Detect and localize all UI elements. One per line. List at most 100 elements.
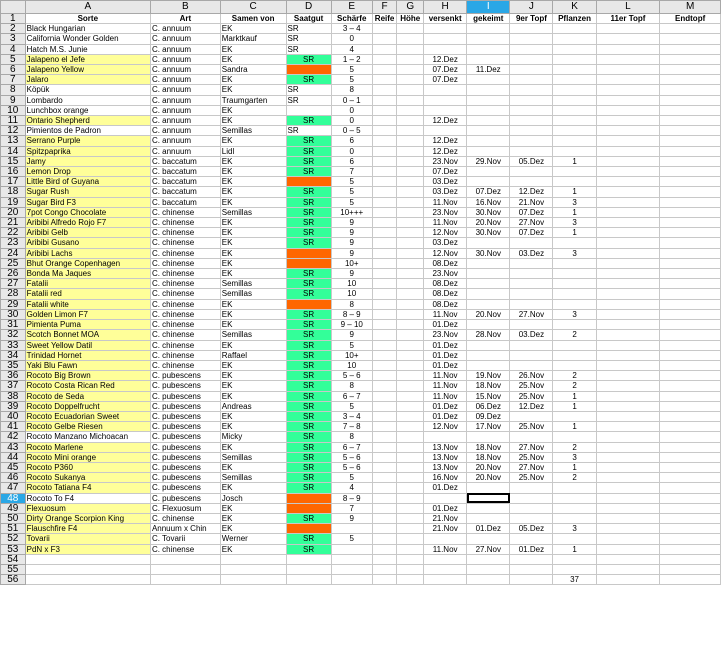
cell-k27[interactable]: [552, 278, 597, 290]
cell-m27[interactable]: [659, 278, 721, 290]
cell-k46[interactable]: 2: [552, 472, 597, 484]
cell-c32[interactable]: Semillas: [219, 329, 287, 341]
cell-k7[interactable]: [552, 74, 597, 86]
cell-l21[interactable]: [595, 217, 661, 229]
cell-l51[interactable]: [595, 523, 661, 535]
cell-f16[interactable]: [371, 166, 398, 178]
cell-f33[interactable]: [371, 339, 398, 351]
cell-c41[interactable]: EK: [219, 421, 287, 433]
cell-e36[interactable]: 5 – 6: [330, 370, 373, 382]
cell-k39[interactable]: 1: [552, 400, 597, 412]
cell-l38[interactable]: [595, 390, 661, 402]
cell-d47[interactable]: SR: [285, 482, 332, 494]
cell-i43[interactable]: 18.Nov: [466, 441, 511, 453]
cell-d43[interactable]: SR: [285, 441, 332, 453]
cell-b7[interactable]: C. annuum: [149, 74, 221, 86]
cell-g10[interactable]: [396, 104, 425, 117]
cell-a39[interactable]: Rocoto Doppelfrucht: [24, 400, 151, 412]
cell-j47[interactable]: [509, 482, 554, 494]
row-header-49[interactable]: 49: [0, 502, 26, 514]
cell-b32[interactable]: C. chinense: [149, 329, 221, 341]
cell-b38[interactable]: C. pubescens: [149, 390, 221, 402]
cell-a49[interactable]: Flexuosum: [24, 502, 151, 514]
cell-f7[interactable]: [371, 74, 398, 86]
cell-m34[interactable]: [659, 349, 721, 361]
cell-m55[interactable]: [659, 563, 721, 576]
cell-h49[interactable]: 01.Dez: [423, 502, 468, 514]
cell-m25[interactable]: [659, 257, 721, 270]
cell-k17[interactable]: [552, 176, 597, 188]
cell-i6[interactable]: 11.Dez: [466, 64, 511, 76]
cell-d10[interactable]: [285, 104, 332, 117]
cell-m56[interactable]: [659, 574, 721, 586]
cell-h38[interactable]: 11.Nov: [423, 390, 468, 402]
cell-h31[interactable]: 01.Dez: [423, 319, 468, 331]
cell-h5[interactable]: 12.Dez: [423, 53, 468, 66]
cell-g15[interactable]: [396, 155, 425, 168]
cell-g53[interactable]: [396, 543, 425, 555]
cell-b36[interactable]: C. pubescens: [149, 370, 221, 382]
cell-b20[interactable]: C. chinense: [149, 206, 221, 219]
row-header-22[interactable]: 22: [0, 227, 26, 239]
cell-h7[interactable]: 07.Dez: [423, 74, 468, 86]
cell-h46[interactable]: 16.Nov: [423, 472, 468, 484]
cell-l44[interactable]: [595, 451, 661, 463]
cell-l33[interactable]: [595, 339, 661, 351]
cell-b40[interactable]: C. pubescens: [149, 410, 221, 423]
cell-c34[interactable]: Raffael: [219, 349, 287, 361]
cell-f14[interactable]: [371, 145, 398, 157]
cell-k55[interactable]: [552, 563, 597, 576]
cell-m42[interactable]: [659, 431, 721, 443]
cell-e50[interactable]: 9: [330, 512, 373, 525]
cell-f27[interactable]: [371, 278, 398, 290]
row-header-55[interactable]: 55: [0, 563, 26, 576]
cell-a54[interactable]: [24, 553, 151, 565]
cell-j45[interactable]: 27.Nov: [509, 461, 554, 474]
cell-g45[interactable]: [396, 461, 425, 474]
cell-d38[interactable]: SR: [285, 390, 332, 402]
cell-a6[interactable]: Jalapeno Yellow: [24, 64, 151, 76]
cell-i46[interactable]: 20.Nov: [466, 472, 511, 484]
cell-f23[interactable]: [371, 237, 398, 249]
cell-f9[interactable]: [371, 94, 398, 106]
cell-f2[interactable]: [371, 23, 398, 35]
cell-d34[interactable]: SR: [285, 349, 332, 361]
cell-e49[interactable]: 7: [330, 502, 373, 514]
cell-c16[interactable]: EK: [219, 166, 287, 178]
cell-g33[interactable]: [396, 339, 425, 351]
cell-i12[interactable]: [466, 125, 511, 137]
row-header-46[interactable]: 46: [0, 472, 26, 484]
cell-d37[interactable]: SR: [285, 380, 332, 392]
cell-k29[interactable]: [552, 298, 597, 310]
cell-c42[interactable]: Micky: [219, 431, 287, 443]
row-header-8[interactable]: 8: [0, 84, 26, 96]
cell-c52[interactable]: Werner: [219, 533, 287, 545]
cell-i19[interactable]: 16.Nov: [466, 196, 511, 208]
cell-f39[interactable]: [371, 400, 398, 412]
cell-i25[interactable]: [466, 257, 511, 270]
cell-b41[interactable]: C. pubescens: [149, 421, 221, 433]
cell-d49[interactable]: [285, 502, 332, 514]
cell-m18[interactable]: [659, 186, 721, 198]
cell-e53[interactable]: [330, 543, 373, 555]
cell-j43[interactable]: 27.Nov: [509, 441, 554, 453]
cell-e18[interactable]: 5: [330, 186, 373, 198]
cell-h8[interactable]: [423, 84, 468, 96]
row-header-53[interactable]: 53: [0, 543, 26, 555]
cell-m14[interactable]: [659, 145, 721, 157]
cell-c54[interactable]: [219, 553, 287, 565]
cell-d8[interactable]: SR: [285, 84, 332, 96]
cell-f38[interactable]: [371, 390, 398, 402]
cell-m17[interactable]: [659, 176, 721, 188]
cell-b44[interactable]: C. pubescens: [149, 451, 221, 463]
cell-g56[interactable]: [396, 574, 425, 586]
cell-f26[interactable]: [371, 268, 398, 280]
cell-k53[interactable]: 1: [552, 543, 597, 555]
cell-g6[interactable]: [396, 64, 425, 76]
cell-k41[interactable]: 1: [552, 421, 597, 433]
cell-i5[interactable]: [466, 53, 511, 66]
column-header-l[interactable]: L: [595, 0, 661, 14]
cell-m22[interactable]: [659, 227, 721, 239]
cell-b56[interactable]: [149, 574, 221, 586]
row-header-6[interactable]: 6: [0, 64, 26, 76]
